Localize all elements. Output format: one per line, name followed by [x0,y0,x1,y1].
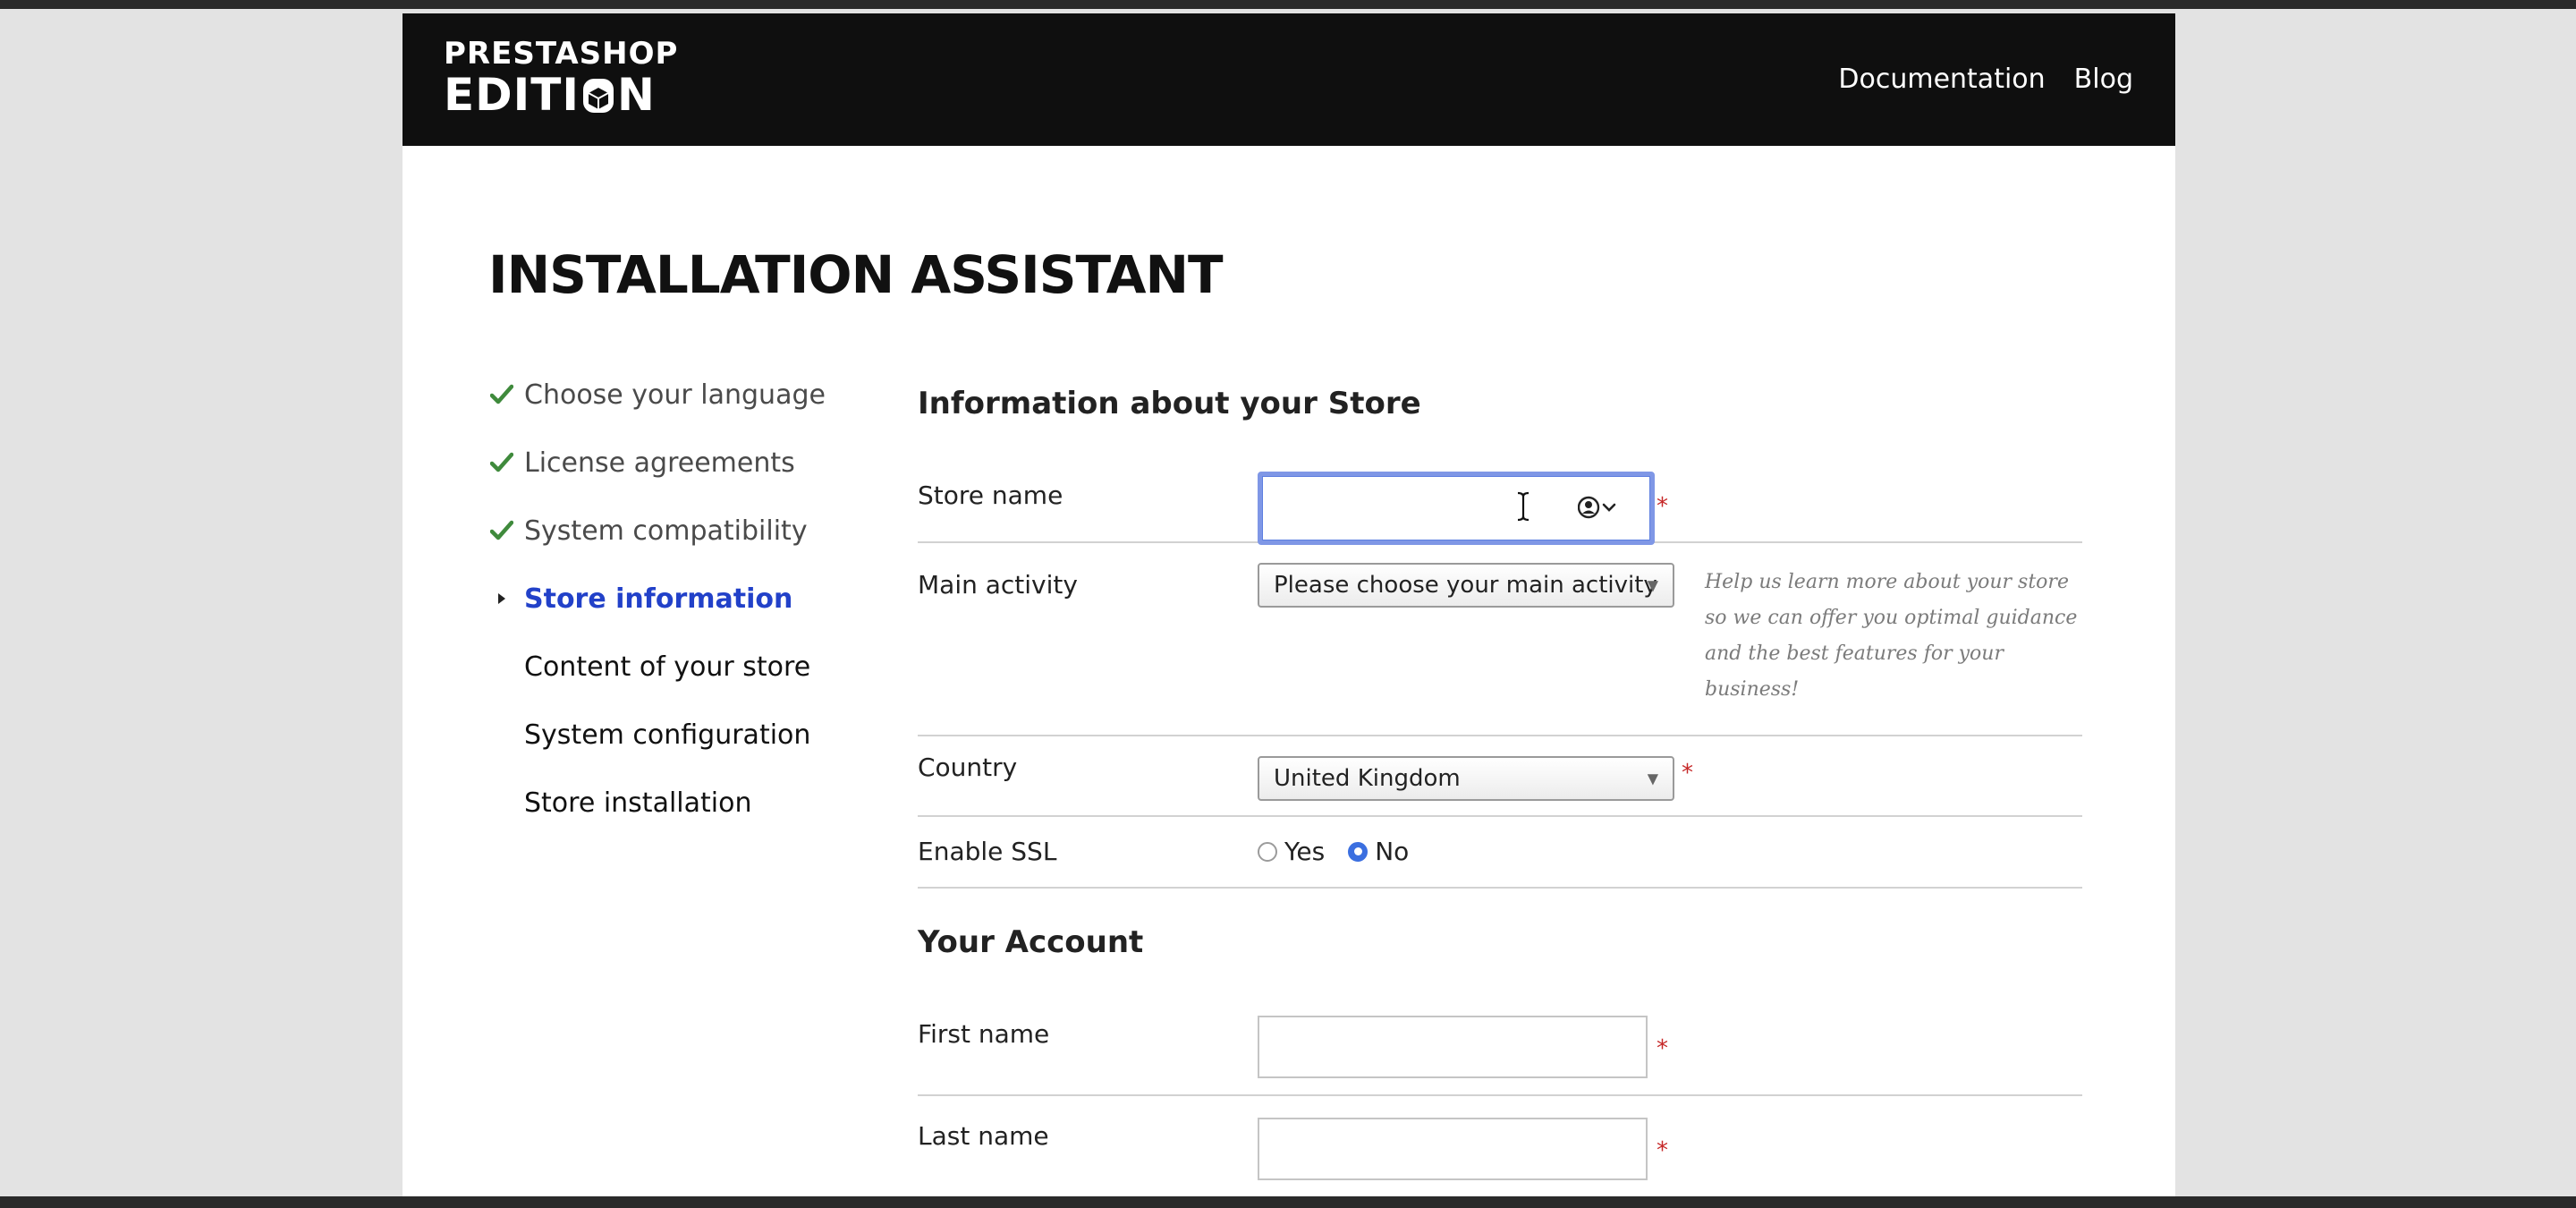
step-store-installation: Store installation [488,769,826,837]
box-icon [582,79,614,113]
triangle-right-icon [488,591,515,606]
enable-ssl-label: Enable SSL [918,837,1057,866]
step-choose-language: Choose your language [488,361,826,429]
step-content-of-store: Content of your store [488,633,826,701]
logo-top-text: PRESTASHOP [444,36,679,72]
site-header: PRESTASHOP EDITI N Documentation Blog [402,13,2175,146]
check-icon [488,520,515,541]
first-name-label: First name [918,1019,1050,1049]
nav-documentation-link[interactable]: Documentation [1838,64,2045,95]
step-label: Store installation [524,787,752,819]
country-row: Country United Kingdom ▼ * [918,736,2082,817]
store-name-label: Store name [918,481,1063,510]
header-nav: Documentation Blog [1838,64,2133,95]
step-label: License agreements [524,447,795,479]
first-name-input[interactable] [1258,1016,1648,1078]
step-label: System configuration [524,719,811,751]
last-name-row: Last name * [918,1096,2082,1196]
ssl-radio-group: Yes No [1258,837,1432,866]
contact-autofill-icon[interactable] [1577,496,1621,523]
store-section-title: Information about your Store [918,386,1421,421]
store-name-row: Store name * [918,461,2082,545]
text-cursor-icon [1515,491,1531,525]
step-label: Store information [524,583,793,615]
main-activity-selected-value: Please choose your main activity [1274,572,1657,599]
step-label: System compatibility [524,515,808,547]
last-name-input[interactable] [1258,1118,1648,1180]
chevron-down-icon: ▼ [1647,576,1658,594]
installation-steps: Choose your language License agreements … [488,361,826,837]
country-label: Country [918,753,1018,782]
step-label: Content of your store [524,651,811,683]
enable-ssl-row: Enable SSL Yes No [918,817,2082,889]
main-activity-label: Main activity [918,570,1078,600]
window-bottom-border [0,1196,2576,1208]
country-required-mark: * [1682,760,1693,787]
check-icon [488,452,515,473]
step-label: Choose your language [524,379,826,411]
main-activity-select[interactable]: Please choose your main activity ▼ [1258,563,1674,608]
window-top-border [0,0,2576,9]
prestashop-edition-logo[interactable]: PRESTASHOP EDITI N [444,38,678,117]
store-name-required-mark: * [1657,493,1668,520]
nav-blog-link[interactable]: Blog [2074,64,2133,95]
ssl-no-label[interactable]: No [1375,837,1409,866]
first-name-row: First name * [918,994,2082,1096]
chevron-down-icon: ▼ [1647,770,1658,787]
main-activity-row: Main activity Please choose your main ac… [918,543,2082,736]
ssl-yes-label[interactable]: Yes [1284,837,1325,866]
ssl-yes-radio[interactable] [1258,841,1277,862]
main-activity-help-text: Help us learn more about your store so w… [1705,571,2078,701]
first-name-required-mark: * [1657,1035,1668,1062]
country-selected-value: United Kingdom [1274,765,1461,792]
step-system-compatibility: System compatibility [488,497,826,565]
last-name-label: Last name [918,1121,1049,1151]
logo-bottom-text: EDITI N [444,69,656,121]
page-title: INSTALLATION ASSISTANT [488,244,1224,305]
ssl-no-radio[interactable] [1348,841,1368,862]
step-license-agreements: License agreements [488,429,826,497]
step-store-information: Store information [488,565,826,633]
account-section-title: Your Account [918,924,1144,960]
step-system-configuration: System configuration [488,701,826,769]
last-name-required-mark: * [1657,1137,1668,1164]
check-icon [488,384,515,405]
country-select[interactable]: United Kingdom ▼ [1258,756,1674,801]
installer-page: PRESTASHOP EDITI N Documentation Blog IN… [402,13,2175,1196]
